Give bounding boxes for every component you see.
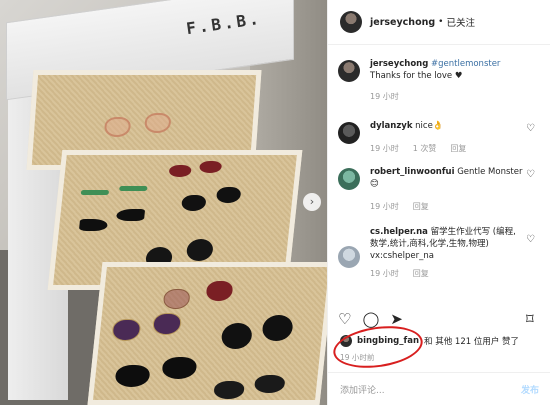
- likes-count-text[interactable]: 和 其他 121 位用户 赞了: [424, 335, 519, 347]
- author-avatar[interactable]: [340, 11, 362, 33]
- hashtag-link[interactable]: #gentlemonster: [431, 59, 500, 69]
- comment-body: nice👌: [415, 121, 444, 131]
- comment-username[interactable]: robert_linwoonfui: [370, 167, 455, 177]
- like-comment-icon[interactable]: ♡: [526, 169, 535, 180]
- comment: dylanzyk nice👌 19 小时 1 次赞 回复 ♡: [328, 120, 550, 172]
- comment-username[interactable]: cs.helper.na: [370, 227, 428, 237]
- comment-text: cs.helper.na 留学生作业代写 (编程,数学,统计,商科,化学,生物,…: [370, 226, 523, 262]
- add-comment-bar: 添加评论... 发布: [328, 372, 550, 405]
- comment-text: dylanzyk nice👌: [370, 120, 523, 132]
- commenter-avatar[interactable]: [338, 60, 360, 82]
- comment-text: jerseychong #gentlemonster Thanks for th…: [370, 58, 523, 82]
- comment-username[interactable]: dylanzyk: [370, 121, 412, 131]
- next-photo-button[interactable]: ›: [303, 193, 321, 211]
- comment-icon[interactable]: ◯: [362, 310, 379, 328]
- drawer: [87, 262, 327, 405]
- comment: robert_linwoonfui Gentle Monster 😊 19 小时…: [328, 166, 550, 226]
- commenter-avatar[interactable]: [338, 246, 360, 268]
- caption: jerseychong #gentlemonster Thanks for th…: [328, 58, 550, 110]
- like-comment-icon[interactable]: ♡: [526, 123, 535, 134]
- post-photo: F.B.B. ›: [0, 0, 327, 405]
- bookmark-icon[interactable]: ⌑: [526, 310, 534, 328]
- comment-username[interactable]: jerseychong: [370, 59, 428, 69]
- comment-list: jerseychong #gentlemonster Thanks for th…: [328, 58, 550, 296]
- comment-time: 19 小时: [370, 269, 399, 278]
- comment-text: robert_linwoonfui Gentle Monster 😊: [370, 166, 523, 190]
- commenter-avatar[interactable]: [338, 168, 360, 190]
- comment-likes[interactable]: 1 次赞: [413, 143, 437, 154]
- comment: cs.helper.na 留学生作业代写 (编程,数学,统计,商科,化学,生物,…: [328, 226, 550, 296]
- like-icon[interactable]: ♡: [338, 310, 351, 328]
- post-header: jerseychong • 已关注: [328, 0, 550, 45]
- reply-button[interactable]: 回复: [450, 143, 466, 154]
- following-button[interactable]: 已关注: [446, 15, 475, 29]
- reply-button[interactable]: 回复: [413, 268, 429, 279]
- commenter-avatar[interactable]: [338, 122, 360, 144]
- separator-dot: •: [438, 17, 444, 27]
- author-username[interactable]: jerseychong: [370, 17, 435, 28]
- comment-time: 19 小时: [370, 202, 399, 211]
- reply-button[interactable]: 回复: [413, 201, 429, 212]
- comment-time: 19 小时: [370, 144, 399, 153]
- post-button[interactable]: 发布: [521, 383, 539, 396]
- like-comment-icon[interactable]: ♡: [526, 234, 535, 245]
- comment-time: 19 小时: [370, 92, 399, 101]
- comment-body: Thanks for the love ♥: [370, 71, 463, 81]
- comment-input[interactable]: 添加评论...: [340, 383, 385, 396]
